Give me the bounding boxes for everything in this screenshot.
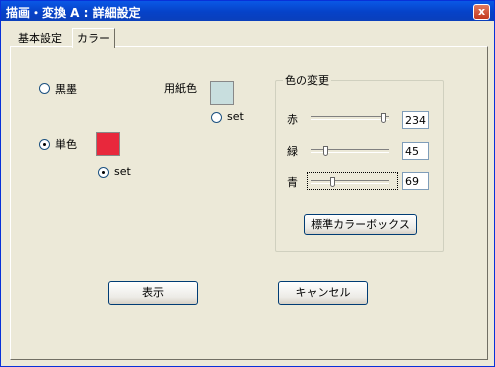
red-value-field[interactable]: 234 (402, 111, 429, 129)
radio-paper-set-label: set (227, 110, 244, 123)
cancel-button[interactable]: キャンセル (278, 281, 368, 305)
window-title: 描画・変換 A : 詳細設定 (6, 6, 141, 20)
radio-black-label: 黒墨 (55, 83, 77, 96)
radio-single-set[interactable] (98, 167, 109, 178)
color-change-group-title: 色の変更 (283, 72, 331, 88)
tab-color[interactable]: カラー (72, 28, 115, 48)
red-slider-thumb[interactable] (380, 113, 386, 123)
radio-paper-set[interactable] (211, 112, 222, 123)
green-label: 緑 (287, 145, 298, 158)
paper-color-label: 用紙色 (164, 82, 197, 95)
standard-color-box-button[interactable]: 標準カラーボックス (304, 214, 417, 235)
radio-black[interactable] (39, 83, 50, 94)
title-bar[interactable]: 描画・変換 A : 詳細設定 x (1, 1, 494, 21)
show-button[interactable]: 表示 (108, 281, 198, 305)
blue-slider-thumb[interactable] (330, 177, 336, 187)
radio-single-color[interactable] (39, 139, 50, 150)
green-slider-thumb[interactable] (322, 146, 328, 156)
paper-color-swatch[interactable] (210, 81, 234, 105)
radio-single-set-label: set (114, 165, 131, 178)
red-label: 赤 (287, 113, 298, 126)
blue-value-field[interactable]: 69 (402, 172, 429, 190)
close-button[interactable]: x (473, 4, 490, 20)
single-color-swatch[interactable] (96, 132, 120, 156)
radio-single-color-label: 単色 (55, 138, 77, 151)
blue-label: 青 (287, 176, 298, 189)
blue-slider-track[interactable] (311, 180, 389, 184)
red-slider-track[interactable] (311, 116, 389, 120)
tab-basic-settings[interactable]: 基本設定 (14, 30, 66, 47)
green-value-field[interactable]: 45 (402, 142, 429, 160)
dialog-window: 描画・変換 A : 詳細設定 x 基本設定 カラー 黒墨 単色 set 用紙色 … (0, 0, 495, 367)
